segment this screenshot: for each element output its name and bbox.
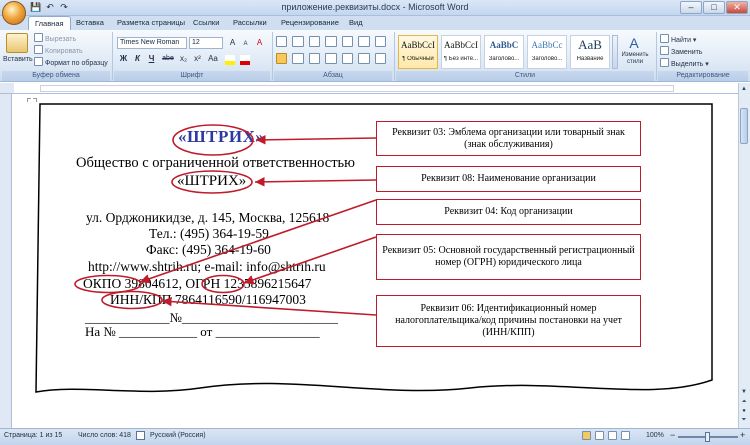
print-layout-icon[interactable] [582,431,591,440]
callout-requisite-03: Реквизит 03: Эмблема организации или тов… [376,121,641,156]
web-layout-icon[interactable] [608,431,617,440]
previous-page-icon[interactable]: ⏶ [740,398,748,407]
emblem-ellipse [172,124,254,156]
view-buttons [582,431,632,441]
scroll-down-icon[interactable]: ▼ [740,388,748,397]
zoom-in-icon[interactable]: + [740,430,745,440]
callout-requisite-04: Реквизит 04: Код организации [376,199,641,225]
browse-object-icon[interactable]: ● [740,407,748,416]
name-ellipse [171,170,253,194]
zoom-level[interactable]: 100% [646,432,664,439]
language-status[interactable]: Русский (Россия) [150,432,206,439]
word-count-status[interactable]: Число слов: 418 [78,432,131,439]
office-button[interactable] [2,1,26,25]
okpo-ellipse [74,274,142,294]
scroll-up-icon[interactable]: ▲ [740,85,748,94]
inn-ellipse [101,290,163,310]
zoom-out-icon[interactable]: − [670,430,675,440]
callout-requisite-05: Реквизит 05: Основной государственный ре… [376,234,641,280]
proofing-icon[interactable] [136,431,145,440]
next-page-icon[interactable]: ⏷ [740,416,748,425]
callout-requisite-06: Реквизит 06: Идентификационный номер нал… [376,295,641,347]
zoom-slider-knob[interactable] [705,432,710,442]
outline-view-icon[interactable] [621,431,630,440]
scrollbar-thumb[interactable] [740,108,748,144]
full-screen-reading-icon[interactable] [595,431,604,440]
callout-requisite-08: Реквизит 08: Наименование организации [376,166,641,192]
page-count-status[interactable]: Страница: 1 из 15 [4,432,62,439]
ogrn-ellipse [201,274,245,294]
